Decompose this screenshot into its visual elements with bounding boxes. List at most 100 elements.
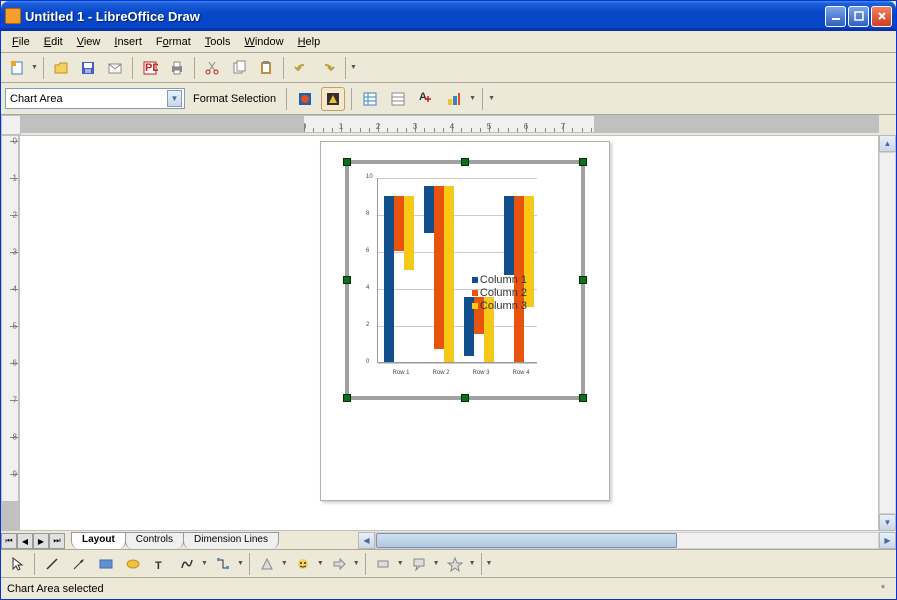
bar[interactable] <box>394 196 404 252</box>
dropdown-icon[interactable]: ▼ <box>237 560 244 567</box>
legend-item[interactable]: Column 2 <box>472 287 527 299</box>
dropdown-icon[interactable]: ▼ <box>201 560 208 567</box>
bar[interactable] <box>424 186 434 232</box>
menu-edit[interactable]: Edit <box>37 34 70 50</box>
scroll-down-button[interactable]: ▼ <box>879 514 896 531</box>
tab-controls[interactable]: Controls <box>125 532 184 549</box>
resize-handle[interactable] <box>579 158 587 166</box>
menu-format[interactable]: Format <box>149 34 198 50</box>
block-arrows-tool[interactable] <box>327 552 351 576</box>
tab-dimension-lines[interactable]: Dimension Lines <box>183 532 279 549</box>
scroll-right-button[interactable]: ▶ <box>879 532 896 549</box>
cut-button[interactable] <box>200 56 224 80</box>
menu-view[interactable]: View <box>70 34 108 50</box>
chart-object[interactable]: 0246810Row 1Row 2Row 3Row 4 Column 1Colu… <box>345 160 585 400</box>
menu-tools[interactable]: Tools <box>198 34 238 50</box>
dropdown-icon[interactable]: ▼ <box>353 560 360 567</box>
scroll-up-button[interactable]: ▲ <box>879 135 896 152</box>
resize-handle[interactable] <box>579 276 587 284</box>
save-button[interactable] <box>76 56 100 80</box>
export-pdf-button[interactable]: PDF <box>138 56 162 80</box>
horizontal-scrollbar[interactable]: ◀ ▶ <box>358 532 896 549</box>
bar[interactable] <box>504 196 514 276</box>
resize-handle[interactable] <box>343 394 351 402</box>
menu-window[interactable]: Window <box>237 34 290 50</box>
chart-3d-button[interactable] <box>321 87 345 111</box>
dropdown-icon[interactable]: ▼ <box>281 560 288 567</box>
tab-next-button[interactable]: ▶ <box>33 533 49 549</box>
element-selector-combo[interactable]: Chart Area ▼ <box>5 88 185 109</box>
chart-type-button[interactable] <box>293 87 317 111</box>
tab-layout[interactable]: Layout <box>71 532 126 549</box>
resize-handle[interactable] <box>461 158 469 166</box>
horizgrid-button[interactable] <box>386 87 410 111</box>
curve-tool[interactable] <box>175 552 199 576</box>
open-button[interactable] <box>49 56 73 80</box>
toolbar-overflow-icon[interactable]: ▼ <box>488 95 495 102</box>
legend-button[interactable]: A <box>414 87 438 111</box>
bar[interactable] <box>434 186 444 349</box>
dropdown-icon[interactable]: ▼ <box>31 64 38 71</box>
minimize-button[interactable] <box>825 6 846 27</box>
bar[interactable] <box>404 196 414 270</box>
dropdown-icon[interactable]: ▼ <box>469 560 476 567</box>
email-button[interactable] <box>103 56 127 80</box>
bar[interactable] <box>384 196 394 363</box>
basic-shapes-tool[interactable] <box>255 552 279 576</box>
vertical-scrollbar[interactable]: ▲ ▼ <box>879 135 896 531</box>
plot-area[interactable]: 0246810Row 1Row 2Row 3Row 4 <box>377 178 537 363</box>
toolbar-overflow-icon[interactable]: ▼ <box>350 64 357 71</box>
scale-text-button[interactable] <box>442 87 466 111</box>
text-tool[interactable]: T <box>148 552 172 576</box>
resize-handle[interactable] <box>343 158 351 166</box>
arrow-tool[interactable] <box>67 552 91 576</box>
line-tool[interactable] <box>40 552 64 576</box>
paste-button[interactable] <box>254 56 278 80</box>
copy-button[interactable] <box>227 56 251 80</box>
tab-last-button[interactable]: ⏭ <box>49 533 65 549</box>
scroll-left-button[interactable]: ◀ <box>358 532 375 549</box>
connector-tool[interactable] <box>211 552 235 576</box>
symbol-shapes-tool[interactable] <box>291 552 315 576</box>
toolbar-overflow-icon[interactable]: ▼ <box>486 560 493 567</box>
tab-first-button[interactable]: ⏮ <box>1 533 17 549</box>
vertical-ruler[interactable]: 01234567891011 <box>1 135 19 531</box>
menu-file[interactable]: File <box>5 34 37 50</box>
dropdown-icon[interactable]: ▼ <box>433 560 440 567</box>
resize-handle[interactable] <box>343 276 351 284</box>
print-button[interactable] <box>165 56 189 80</box>
scroll-track[interactable] <box>375 532 879 549</box>
close-button[interactable] <box>871 6 892 27</box>
rectangle-tool[interactable] <box>94 552 118 576</box>
dropdown-icon[interactable]: ▼ <box>397 560 404 567</box>
undo-button[interactable] <box>289 56 313 80</box>
bar[interactable] <box>444 186 454 362</box>
select-tool[interactable] <box>5 552 29 576</box>
menu-help[interactable]: Help <box>291 34 328 50</box>
chart-legend[interactable]: Column 1Column 2Column 3 <box>472 273 527 313</box>
stars-tool[interactable] <box>443 552 467 576</box>
format-selection-button[interactable]: Format Selection <box>189 93 280 105</box>
menu-insert[interactable]: Insert <box>107 34 149 50</box>
new-button[interactable] <box>5 56 29 80</box>
flowchart-tool[interactable] <box>371 552 395 576</box>
legend-item[interactable]: Column 1 <box>472 274 527 286</box>
maximize-button[interactable] <box>848 6 869 27</box>
tab-prev-button[interactable]: ◀ <box>17 533 33 549</box>
dropdown-icon[interactable]: ▼ <box>317 560 324 567</box>
titlebar[interactable]: Untitled 1 - LibreOffice Draw <box>1 1 896 31</box>
horizontal-ruler[interactable]: 76543210123456789101112131415 <box>21 115 879 133</box>
resize-handle[interactable] <box>579 394 587 402</box>
scroll-track[interactable] <box>879 152 896 514</box>
callout-tool[interactable] <box>407 552 431 576</box>
redo-button[interactable] <box>316 56 340 80</box>
ellipse-tool[interactable] <box>121 552 145 576</box>
dropdown-icon[interactable]: ▼ <box>469 95 476 102</box>
resize-handle[interactable] <box>461 394 469 402</box>
data-table-button[interactable] <box>358 87 382 111</box>
chart-area[interactable]: 0246810Row 1Row 2Row 3Row 4 Column 1Colu… <box>363 178 531 366</box>
chevron-down-icon[interactable]: ▼ <box>167 90 182 107</box>
scroll-thumb[interactable] <box>376 533 677 548</box>
legend-item[interactable]: Column 3 <box>472 300 527 312</box>
canvas[interactable]: 0246810Row 1Row 2Row 3Row 4 Column 1Colu… <box>19 135 879 531</box>
